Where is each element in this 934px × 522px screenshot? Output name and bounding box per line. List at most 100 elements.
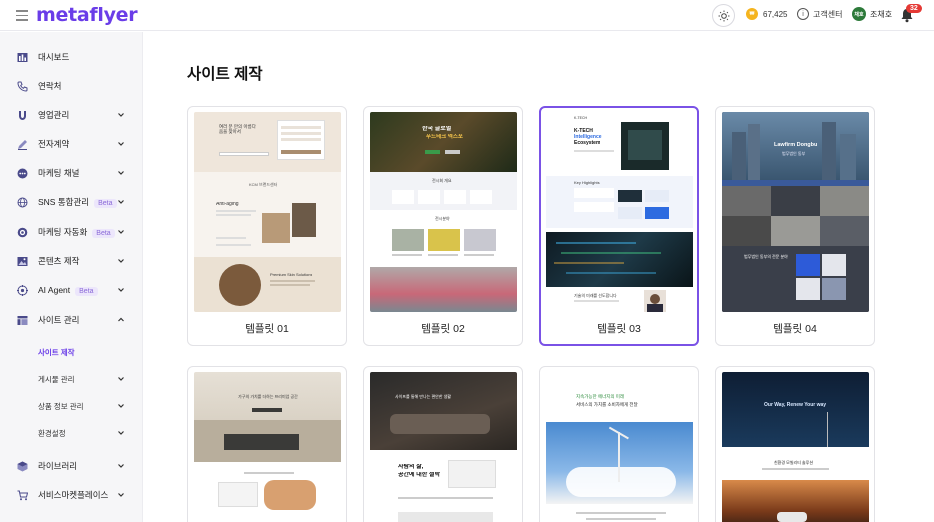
chevron-down-icon — [118, 431, 124, 435]
sidebar-item-label: 마케팅 채널 — [38, 168, 80, 178]
sidebar-item-text: AI Agent — [38, 284, 71, 295]
sidebar-item-contacts[interactable]: 연락처 — [0, 76, 143, 96]
beta-badge: Beta — [94, 199, 117, 208]
thumb-hero-text: 한국 글로벌 — [422, 126, 452, 132]
thumb-hero3-text: Ecosystem — [574, 140, 601, 146]
sidebar-item-label: 라이브러리 — [38, 461, 78, 471]
thumb-section-text: Key Highlights — [574, 180, 600, 185]
sidebar-subitem-products[interactable]: 상품 정보 관리 — [0, 397, 143, 415]
template-card-02[interactable]: 한국 글로벌 푸드테크 엑스포 전시회 개요 전시분야 템플릿 02 — [363, 106, 523, 346]
sidebar-item-label: 영업관리 — [38, 110, 70, 120]
sidebar-item-marketplace[interactable]: 서비스마켓플레이스 — [0, 485, 143, 505]
theme-toggle-button[interactable] — [712, 4, 735, 27]
sun-icon — [718, 10, 729, 21]
chevron-down-icon — [118, 404, 124, 408]
sidebar-subitem-site-build[interactable]: 사이트 제작 — [0, 343, 143, 361]
points-balance[interactable]: ₩ 67,425 — [746, 8, 787, 20]
image-icon — [17, 256, 28, 267]
chevron-down-icon — [118, 113, 124, 117]
sidebar-subitem-posts[interactable]: 게시물 관리 — [0, 370, 143, 388]
coin-icon: ₩ — [746, 8, 758, 20]
page-title: 사이트 제작 — [187, 66, 263, 83]
template-label: 템플릿 01 — [245, 323, 289, 335]
notification-badge: 32 — [906, 4, 922, 13]
app-logo[interactable]: metaflyer — [36, 4, 138, 26]
template-card-05[interactable]: 가구의 가치를 더하는 프리미엄 공간 — [187, 366, 347, 522]
help-center-link[interactable]: i 고객센터 — [797, 8, 842, 20]
template-card-04[interactable]: Lawfirm Dongbu 법무법인 동부 법무법인 동부의 전문 분야 템플… — [715, 106, 875, 346]
chat-dots-icon — [17, 168, 28, 179]
sidebar-item-label: 서비스마켓플레이스 — [38, 490, 109, 500]
template-card-03[interactable]: K-TECH K-TECH Intelligence Ecosystem Key… — [539, 106, 699, 346]
sidebar-subitem-label: 상품 정보 관리 — [38, 401, 84, 411]
template-thumbnail: 지속가능한 에너지의 미래 서비스의 가치를 소비자에게 전달 — [546, 372, 693, 522]
thumb-brand-text: K-TECH — [574, 116, 588, 120]
template-thumbnail: Lawfirm Dongbu 법무법인 동부 법무법인 동부의 전문 분야 — [722, 112, 869, 312]
magnet-icon — [17, 110, 28, 121]
thumb-feature-text: Premium Skin Solutions — [270, 272, 313, 277]
thumb-section2-text: 전시분야 — [435, 216, 450, 221]
template-label: 템플릿 03 — [597, 323, 641, 335]
beta-badge: Beta — [75, 286, 98, 296]
thumb-section-text: KCM 브랜드센터 — [249, 182, 278, 187]
template-card-08[interactable]: Our Way, Renew Your way 친환경 모빌리티 솔루션 — [715, 366, 875, 522]
sidebar-item-marketing-channel[interactable]: 마케팅 채널 — [0, 163, 143, 183]
template-thumbnail: 한국 글로벌 푸드테크 엑스포 전시회 개요 전시분야 — [370, 112, 517, 312]
help-center-label: 고객센터 — [813, 9, 843, 19]
beta-badge: Beta — [92, 229, 115, 238]
thumb-sub-text: 서비스의 가치를 소비자에게 전달 — [576, 402, 638, 407]
sidebar-item-ai-agent[interactable]: AI Agent Beta — [0, 280, 143, 300]
thumb-hero-text: Lawfirm Dongbu — [774, 142, 818, 148]
sidebar-item-sns[interactable]: SNS 통합관리 Beta — [0, 192, 143, 212]
thumb-section-text: 법무법인 동부의 전문 분야 — [744, 254, 788, 259]
template-card-01[interactable]: 여러 분 만의 아름다움을 찾아서 KCM 브랜드센터 Anti-aging P… — [187, 106, 347, 346]
sidebar-subitem-label: 게시물 관리 — [38, 374, 75, 384]
dashboard-icon — [17, 52, 28, 63]
cart-icon — [17, 490, 28, 501]
points-value: 67,425 — [763, 9, 788, 19]
sidebar-item-library[interactable]: 라이브러리 — [0, 456, 143, 476]
chevron-down-icon — [118, 493, 124, 497]
thumb-hero-text: 여러 분 만의 아름다움을 찾아서 — [219, 124, 256, 134]
template-thumbnail: 여러 분 만의 아름다움을 찾아서 KCM 브랜드센터 Anti-aging P… — [194, 112, 341, 312]
template-card-07[interactable]: 지속가능한 에너지의 미래 서비스의 가치를 소비자에게 전달 — [539, 366, 699, 522]
sidebar-item-label: 사이트 관리 — [38, 315, 80, 325]
layout-icon — [17, 315, 28, 326]
thumb-banner-text: 사이프를 통해 만나는 편안한 생활 — [395, 394, 451, 399]
sidebar-item-dashboard[interactable]: 대시보드 — [0, 47, 143, 67]
thumb-hero-text: Our Way, Renew Your way — [764, 402, 827, 408]
sidebar-item-sales[interactable]: 영업관리 — [0, 105, 143, 125]
thumb-hero2-text: 공간에 대한 철학 — [398, 472, 440, 478]
target-icon — [17, 227, 28, 238]
thumb-hero2-text: 푸드테크 엑스포 — [426, 134, 463, 140]
user-name: 조채호 — [870, 9, 893, 19]
sidebar-subitem-settings[interactable]: 환경설정 — [0, 424, 143, 442]
sidebar-item-text: 마케팅 자동화 — [38, 227, 88, 237]
sidebar-item-site-management[interactable]: 사이트 관리 — [0, 310, 143, 330]
thumb-sub-text: 친환경 모빌리티 솔루션 — [774, 460, 814, 465]
template-card-06[interactable]: 사이프를 통해 만나는 편안한 생활 사람의 삶, 공간에 대한 철학 — [363, 366, 523, 522]
template-label: 템플릿 02 — [421, 323, 465, 335]
thumb-sub-text: Anti-aging — [216, 202, 239, 207]
sidebar-item-marketing-automation[interactable]: 마케팅 자동화 Beta — [0, 222, 143, 242]
user-menu[interactable]: 채호 조채호 — [852, 7, 892, 21]
thumb-hero-text: 지속가능한 에너지의 미래 — [576, 394, 625, 399]
template-label: 템플릿 04 — [773, 323, 817, 335]
thumb-sub-text: 법무법인 동부 — [782, 151, 806, 156]
thumb-quote-text: 기술의 미래를 선도합니다 — [574, 293, 617, 298]
template-thumbnail: 가구의 가치를 더하는 프리미엄 공간 — [194, 372, 341, 522]
sidebar-item-label: AI Agent Beta — [38, 285, 98, 296]
sidebar-item-label: 연락처 — [38, 81, 62, 91]
chevron-down-icon — [118, 200, 124, 204]
chevron-down-icon — [118, 288, 124, 292]
sidebar-item-label: 전자계약 — [38, 139, 70, 149]
chevron-up-icon — [118, 317, 124, 322]
sidebar-item-econtract[interactable]: 전자계약 — [0, 134, 143, 154]
sidebar-item-content-creation[interactable]: 콘텐츠 제작 — [0, 251, 143, 271]
phone-icon — [17, 81, 28, 92]
avatar: 채호 — [852, 7, 866, 21]
chevron-down-icon — [118, 259, 124, 263]
thumb-section-text: 전시회 개요 — [432, 178, 452, 183]
template-thumbnail: 사이프를 통해 만나는 편안한 생활 사람의 삶, 공간에 대한 철학 — [370, 372, 517, 522]
hamburger-menu-icon[interactable] — [16, 10, 28, 21]
